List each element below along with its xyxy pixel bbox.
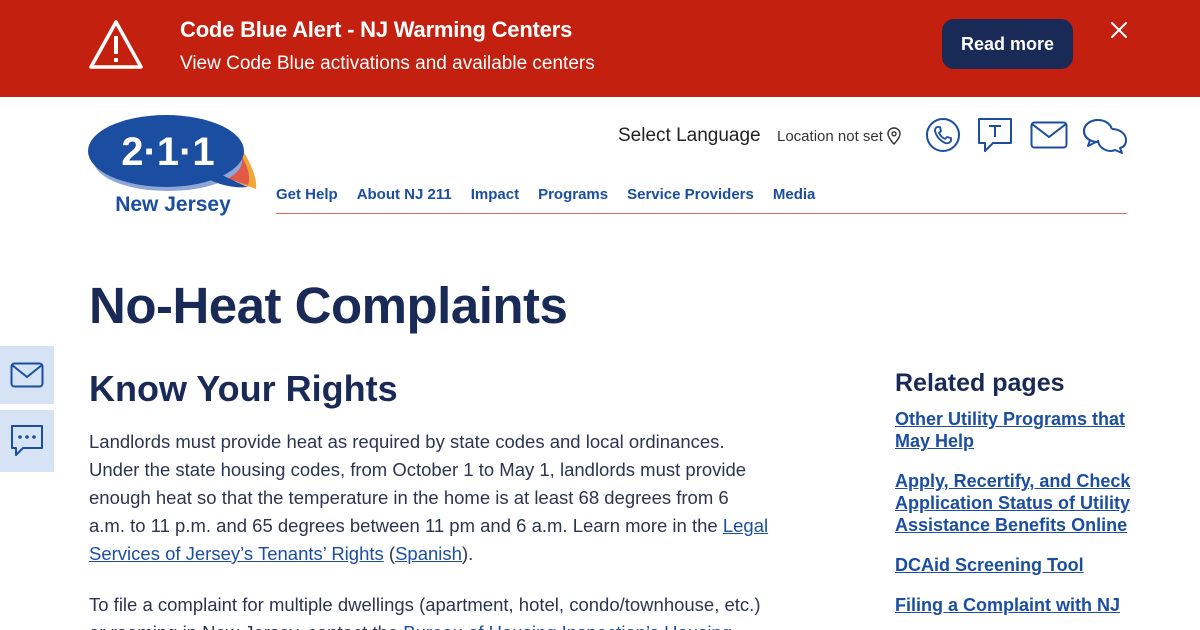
- paren-close: ).: [461, 543, 474, 564]
- alert-title: Code Blue Alert - NJ Warming Centers: [180, 17, 573, 42]
- chat-icon: [11, 425, 43, 456]
- main-navigation: Get Help About NJ 211 Impact Programs Se…: [276, 186, 1127, 214]
- logo-number: 2·1·1: [121, 130, 214, 174]
- location-pin-icon: [887, 127, 901, 145]
- page-title: No-Heat Complaints: [89, 277, 568, 334]
- complaint-paragraph: To file a complaint for multiple dwellin…: [89, 591, 769, 630]
- related-pages-heading: Related pages: [895, 369, 1065, 397]
- side-chat-button[interactable]: [0, 410, 54, 472]
- rights-paragraph: Landlords must provide heat as required …: [89, 428, 769, 568]
- related-link-apply-recertify[interactable]: Apply, Recertify, and Check Application …: [895, 470, 1135, 536]
- spanish-link[interactable]: Spanish: [395, 543, 462, 564]
- location-label: Location not set: [777, 127, 883, 145]
- select-language-button[interactable]: Select Language: [618, 125, 761, 147]
- phone-icon[interactable]: [925, 117, 961, 153]
- nav-item-programs[interactable]: Programs: [538, 186, 608, 213]
- nav-item-impact[interactable]: Impact: [471, 186, 519, 213]
- related-link-filing-complaint[interactable]: Filing a Complaint with NJ: [895, 594, 1135, 616]
- location-selector[interactable]: Location not set: [777, 127, 901, 145]
- housing-inspection-link[interactable]: Bureau of Housing Inspection’s Housing: [403, 622, 732, 630]
- close-icon[interactable]: [1108, 19, 1130, 41]
- nav-item-get-help[interactable]: Get Help: [276, 186, 338, 213]
- related-link-dcaid[interactable]: DCAid Screening Tool: [895, 554, 1135, 576]
- related-link-utility-programs[interactable]: Other Utility Programs that May Help: [895, 408, 1135, 452]
- rights-paragraph-text: Landlords must provide heat as required …: [89, 431, 747, 536]
- side-email-button[interactable]: [0, 346, 54, 404]
- nav-item-service-providers[interactable]: Service Providers: [627, 186, 754, 213]
- code-blue-alert-banner: Code Blue Alert - NJ Warming Centers Vie…: [0, 0, 1200, 97]
- read-more-button[interactable]: Read more: [942, 19, 1073, 69]
- nav-item-about[interactable]: About NJ 211: [357, 186, 452, 213]
- related-pages: Related pages Other Utility Programs tha…: [895, 369, 1135, 630]
- chat-icon[interactable]: [1082, 117, 1128, 155]
- alert-subtitle: View Code Blue activations and available…: [180, 53, 595, 74]
- email-icon: [10, 362, 44, 388]
- email-icon[interactable]: [1030, 121, 1068, 149]
- nav-item-media[interactable]: Media: [773, 186, 816, 213]
- section-title: Know Your Rights: [89, 368, 398, 409]
- logo-state-label: New Jersey: [115, 193, 231, 216]
- paren-open: (: [383, 543, 396, 564]
- warning-icon: [89, 20, 143, 69]
- text-icon[interactable]: [977, 117, 1013, 155]
